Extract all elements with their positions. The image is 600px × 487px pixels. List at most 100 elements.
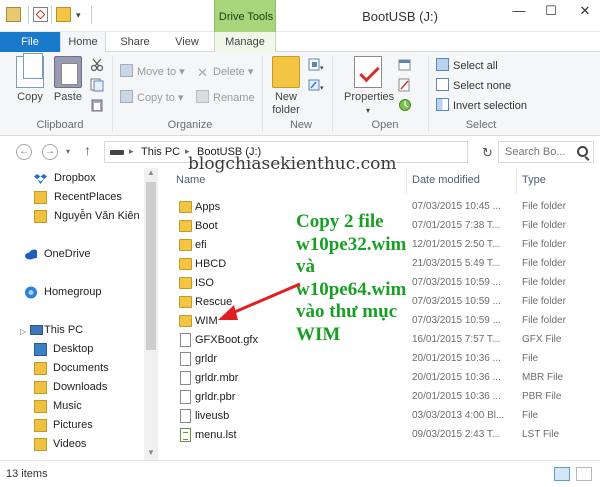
search-box[interactable]	[498, 141, 594, 163]
paste-button[interactable]: Paste	[48, 56, 88, 104]
copy-button[interactable]: Copy	[10, 53, 50, 104]
file-type: MBR File	[522, 372, 564, 383]
recent-locations-dropdown[interactable]: ▾	[66, 147, 70, 156]
system-menu-icon[interactable]	[6, 7, 21, 22]
minimize-button[interactable]: —	[504, 0, 534, 22]
nav-scrollbar-thumb[interactable]	[146, 182, 156, 350]
refresh-button[interactable]: ↻	[482, 145, 493, 161]
scissors-icon[interactable]	[90, 58, 104, 72]
music-folder-icon	[34, 400, 47, 413]
expand-this-pc-icon[interactable]: ▷	[20, 322, 26, 341]
tab-manage[interactable]: Manage	[214, 32, 276, 52]
move-to-button[interactable]: Move to ▾	[120, 64, 185, 81]
edit-icon[interactable]	[398, 78, 412, 92]
title-bar: ▾ Drive Tools BootUSB (J:) — ☐ ✕	[0, 0, 600, 32]
paste-label: Paste	[53, 91, 83, 103]
delete-button[interactable]: ✕ Delete ▾	[196, 64, 253, 81]
file-row-menu-lst[interactable]: menu.lst 09/03/2015 2:43 T... LST File	[162, 426, 600, 445]
properties-icon	[354, 56, 382, 88]
tab-view[interactable]: View	[164, 32, 210, 52]
file-name: grldr.pbr	[195, 391, 236, 403]
nav-label: Nguyễn Văn Kiên	[54, 210, 140, 222]
column-date-modified[interactable]: Date modified	[412, 174, 480, 186]
navigation-pane: Dropbox RecentPlaces Nguyễn Văn Kiên One…	[0, 168, 160, 460]
file-icon	[180, 352, 191, 366]
file-row-grldr[interactable]: grldr 20/01/2015 10:36 ... File	[162, 350, 600, 369]
details-view-icon[interactable]	[554, 467, 570, 481]
select-all-label: Select all	[453, 60, 498, 72]
copy-path-icon[interactable]	[90, 78, 104, 92]
history-icon[interactable]	[398, 98, 412, 112]
back-button[interactable]: ←	[16, 144, 32, 160]
copy-to-button[interactable]: Copy to ▾	[120, 90, 184, 107]
open-icon[interactable]	[398, 58, 412, 72]
file-name: grldr.mbr	[195, 372, 239, 384]
column-type[interactable]: Type	[522, 174, 546, 186]
column-separator[interactable]	[516, 168, 517, 194]
forward-button[interactable]: →	[42, 144, 58, 160]
invert-selection-button[interactable]: Invert selection	[436, 98, 527, 115]
file-date: 21/03/2015 5:49 T...	[412, 258, 501, 269]
up-button[interactable]: ↑	[84, 142, 91, 158]
large-icons-view-icon[interactable]	[576, 467, 592, 481]
file-type: LST File	[522, 429, 560, 440]
tab-home[interactable]: Home	[60, 32, 106, 53]
tab-file[interactable]: File	[0, 32, 60, 52]
recent-places-icon	[34, 191, 47, 204]
easy-access-icon[interactable]: ▾	[308, 78, 324, 92]
properties-dropdown[interactable]: ▾	[344, 104, 392, 117]
close-button[interactable]: ✕	[570, 0, 600, 22]
folder-icon	[179, 296, 192, 308]
qat-customize-dropdown[interactable]: ▾	[76, 10, 81, 21]
qat-new-folder-icon[interactable]	[56, 7, 71, 22]
annotation-arrow-icon	[218, 282, 301, 320]
search-input[interactable]	[505, 146, 575, 158]
breadcrumb-separator[interactable]: ▸	[129, 146, 134, 157]
nav-label: OneDrive	[44, 248, 91, 260]
file-name: menu.lst	[195, 429, 237, 441]
dropbox-icon	[34, 174, 47, 184]
rename-button[interactable]: Rename	[196, 90, 255, 107]
file-row-grldr-mbr[interactable]: grldr.mbr 20/01/2015 10:36 ... MBR File	[162, 369, 600, 388]
downloads-folder-icon	[34, 381, 47, 394]
scroll-down-arrow[interactable]: ▼	[147, 448, 155, 457]
copy-icon	[16, 53, 44, 88]
tab-share[interactable]: Share	[112, 32, 158, 52]
nav-label: Downloads	[53, 381, 108, 393]
group-label-select: Select	[465, 119, 497, 131]
paste-shortcut-icon[interactable]	[90, 98, 104, 112]
breadcrumb-this-pc[interactable]: This PC	[141, 146, 180, 158]
file-type: File folder	[522, 239, 566, 250]
ribbon-home: Copy Paste Clipboard Move to ▾ Copy to ▾…	[0, 52, 600, 136]
invert-selection-label: Invert selection	[453, 100, 527, 112]
scroll-up-arrow[interactable]: ▲	[147, 168, 155, 177]
status-bar: 13 items	[0, 460, 600, 487]
nav-scrollbar[interactable]: ▲ ▼	[144, 168, 158, 460]
group-separator	[112, 56, 113, 132]
select-all-button[interactable]: Select all	[436, 58, 498, 75]
column-separator[interactable]	[406, 168, 407, 194]
file-name: HBCD	[195, 258, 227, 270]
qat-properties-icon[interactable]	[33, 7, 48, 22]
new-folder-button[interactable]: New folder	[266, 56, 306, 117]
rename-label: Rename	[213, 92, 255, 104]
file-date: 20/01/2015 10:36 ...	[412, 372, 501, 383]
item-count: 13 items	[6, 468, 48, 480]
user-folder-icon	[34, 210, 47, 223]
maximize-button[interactable]: ☐	[536, 0, 566, 22]
search-icon[interactable]	[577, 146, 588, 157]
properties-button[interactable]: Properties ▾	[344, 56, 394, 117]
file-row-grldr-pbr[interactable]: grldr.pbr 20/01/2015 10:36 ... PBR File	[162, 388, 600, 407]
file-row-liveusb[interactable]: liveusb 03/03/2013 4:00 Bl... File	[162, 407, 600, 426]
rename-icon	[196, 90, 209, 103]
new-folder-icon	[272, 56, 300, 88]
select-none-button[interactable]: Select none	[436, 78, 511, 95]
nav-label: Desktop	[53, 343, 94, 355]
group-label-open: Open	[371, 119, 399, 131]
text-file-icon	[180, 428, 191, 442]
annotation-text: Copy 2 file w10pe32.wim và w10pe64.wim v…	[296, 211, 407, 345]
column-name[interactable]: Name	[176, 174, 205, 186]
folder-icon	[179, 277, 192, 289]
new-item-icon[interactable]: ▾	[308, 58, 324, 72]
drive-tools-label: Drive Tools	[218, 11, 274, 23]
